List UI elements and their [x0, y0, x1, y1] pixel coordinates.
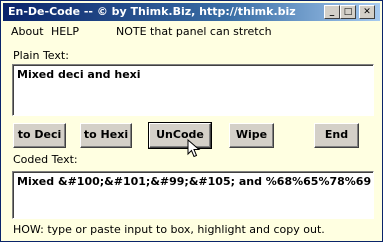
maximize-button[interactable]: □	[340, 5, 356, 19]
coded-text-label: Coded Text:	[13, 153, 78, 166]
window-title: En-De-Code -- © by Thimk.Biz, http://thi…	[8, 5, 296, 18]
minimize-button[interactable]: _	[324, 5, 340, 19]
end-button[interactable]: End	[314, 123, 359, 148]
wipe-button[interactable]: Wipe	[229, 123, 274, 148]
uncode-button[interactable]: UnCode	[149, 123, 211, 148]
title-bar[interactable]: En-De-Code -- © by Thimk.Biz, http://thi…	[3, 3, 380, 21]
plain-text-input[interactable]: Mixed deci and hexi	[12, 64, 374, 116]
app-window: En-De-Code -- © by Thimk.Biz, http://thi…	[0, 0, 383, 242]
menu-note[interactable]: NOTE that panel can stretch	[116, 25, 272, 38]
to-deci-button[interactable]: to Deci	[13, 123, 66, 148]
menu-bar: About HELP NOTE that panel can stretch	[3, 22, 380, 41]
menu-about[interactable]: About	[11, 25, 44, 38]
plain-text-label: Plain Text:	[13, 49, 69, 62]
mouse-pointer-icon	[187, 139, 201, 158]
coded-text-output[interactable]: Mixed &#100;&#101;&#99;&#105; and %68%65…	[12, 171, 374, 219]
howto-text: HOW: type or paste input to box, highlig…	[13, 223, 325, 236]
close-button[interactable]: ✕	[359, 5, 375, 19]
to-hexi-button[interactable]: to Hexi	[80, 123, 132, 148]
menu-help[interactable]: HELP	[51, 25, 79, 38]
